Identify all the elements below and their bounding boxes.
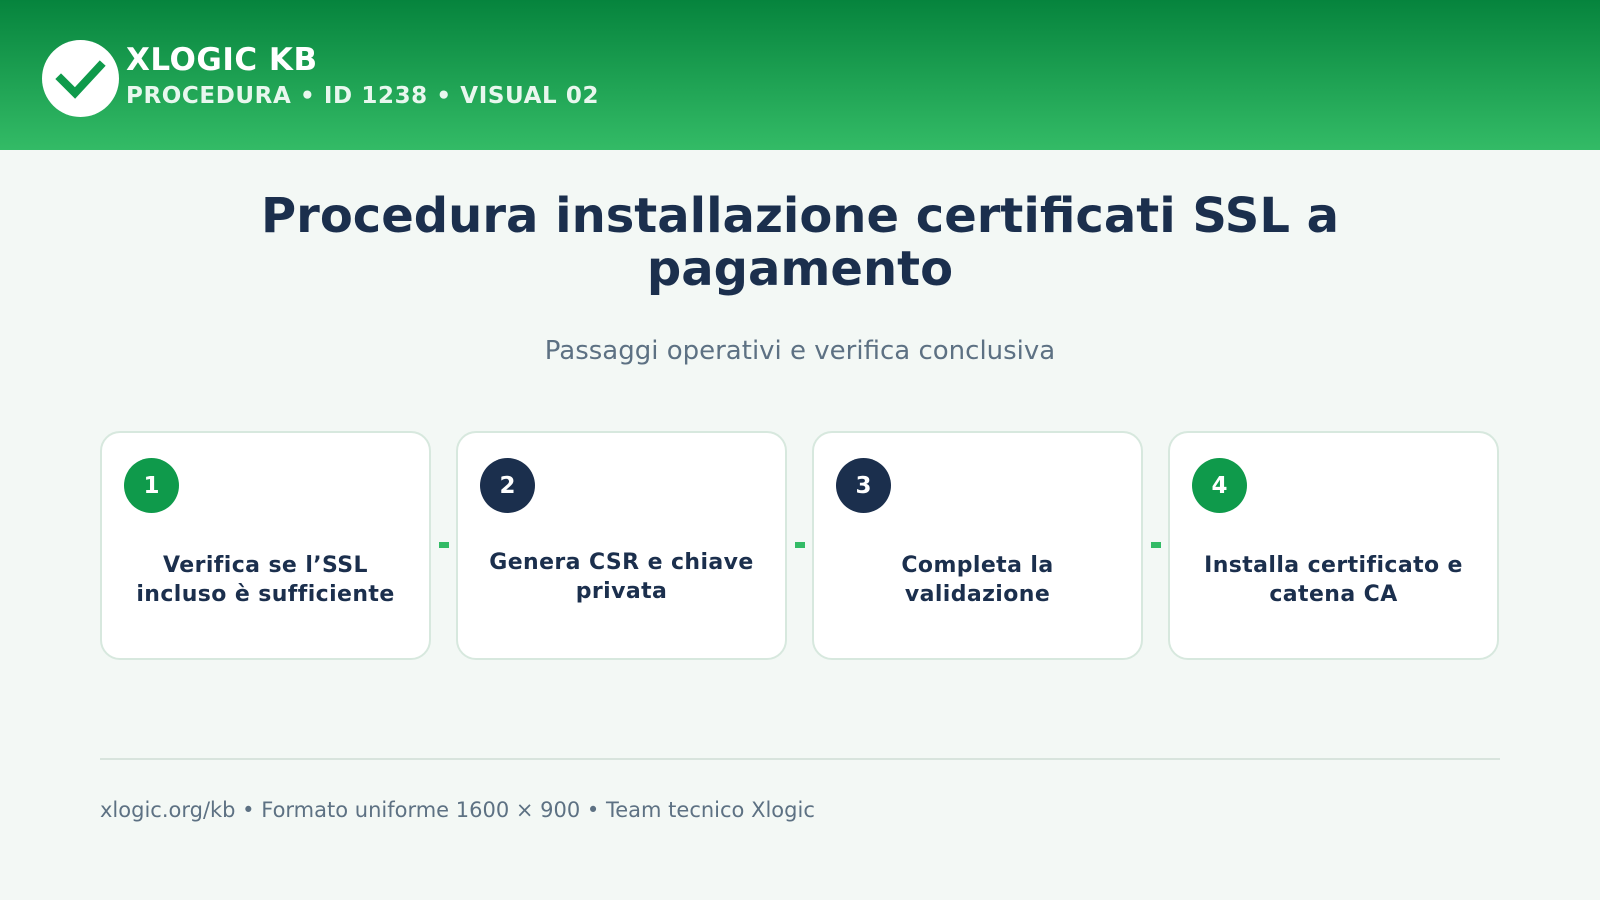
page-subtitle: Passaggi operativi e verifica conclusiva: [544, 336, 1056, 366]
step-label: Verifica se l’SSL incluso è sufficiente: [136, 553, 395, 607]
step-number-badge: 2: [480, 458, 535, 513]
footer-divider: [100, 758, 1500, 760]
footer-text: xlogic.org/kb • Formato uniforme 1600 × …: [100, 798, 815, 822]
page-title: Procedura installazione certificati SSL …: [260, 188, 1340, 297]
brand-name: XLOGIC KB: [126, 42, 318, 78]
step-label: Completa la validazione: [901, 553, 1054, 607]
step-connector: [1151, 542, 1161, 548]
logo-badge: [42, 40, 119, 117]
step-number-badge: 4: [1192, 458, 1247, 513]
step-connector: [795, 542, 805, 548]
step-number-badge: 3: [836, 458, 891, 513]
step-card-3: 3 Completa la validazione: [812, 431, 1143, 660]
document-meta: PROCEDURA • ID 1238 • VISUAL 02: [126, 83, 600, 109]
step-card-2: 2 Genera CSR e chiave privata: [456, 431, 787, 660]
step-label: Installa certificato e catena CA: [1204, 553, 1463, 607]
step-card-4: 4 Installa certificato e catena CA: [1168, 431, 1499, 660]
step-label: Genera CSR e chiave privata: [489, 550, 754, 604]
step-connector: [439, 542, 449, 548]
step-card-1: 1 Verifica se l’SSL incluso è sufficient…: [100, 431, 431, 660]
header-bar: XLOGIC KB PROCEDURA • ID 1238 • VISUAL 0…: [0, 0, 1600, 150]
check-icon: [55, 60, 106, 99]
step-number-badge: 1: [124, 458, 179, 513]
